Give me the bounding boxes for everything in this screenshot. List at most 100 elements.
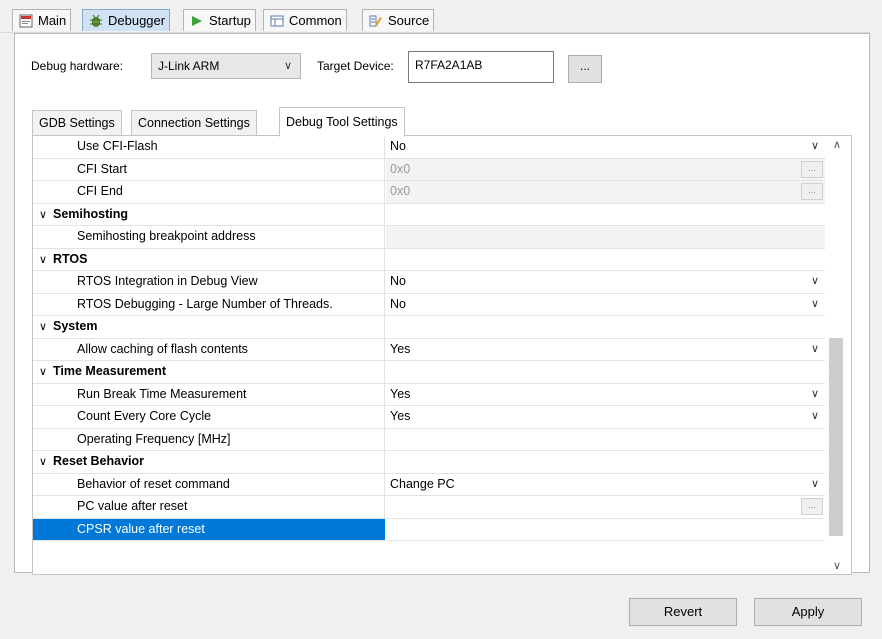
row-name: PC value after reset — [33, 496, 385, 518]
debug-hardware-label: Debug hardware: — [31, 59, 124, 73]
tab-debugger-label: Debugger — [108, 13, 166, 28]
table-row[interactable]: CFI Start 0x0... — [33, 158, 825, 181]
row-value-select[interactable]: Yes ∨ — [386, 384, 825, 406]
settings-rows: Use CFI-Flash No ∨ CFI Start 0x0... CFI E… — [33, 136, 825, 541]
row-name: CPSR value after reset — [33, 518, 385, 540]
row-value: Change PC — [390, 476, 455, 491]
row-value-select[interactable]: Yes ∨ — [386, 339, 825, 361]
ellipsis-button[interactable]: ... — [801, 183, 823, 200]
row-name: Semihosting breakpoint address — [33, 226, 385, 248]
row-value-select[interactable]: Yes ∨ — [386, 406, 825, 428]
tab-source-label: Source — [388, 13, 430, 28]
debugger-panel: Debug hardware: J-Link ARM ∨ Target Devi… — [14, 33, 870, 575]
revert-button[interactable]: Revert — [629, 598, 737, 626]
tab-startup-label: Startup — [209, 13, 251, 28]
row-name: Use CFI-Flash — [33, 136, 385, 158]
scrollbar-thumb[interactable] — [829, 338, 843, 536]
vertical-scrollbar[interactable]: ∧ ∨ — [825, 136, 851, 574]
chevron-down-icon: ∨ — [810, 297, 819, 310]
row-value-field[interactable]: ... — [386, 496, 825, 518]
table-row[interactable]: Use CFI-Flash No ∨ — [33, 136, 825, 159]
table-row[interactable]: PC value after reset ... — [33, 496, 825, 519]
category-label: System — [53, 319, 98, 333]
chevron-down-icon[interactable]: ∨ — [39, 250, 53, 271]
row-name: Allow caching of flash contents — [33, 338, 385, 360]
source-icon — [369, 14, 383, 28]
row-name: Behavior of reset command — [33, 473, 385, 495]
table-row[interactable]: Allow caching of flash contents Yes ∨ — [33, 338, 825, 361]
chevron-down-icon: ∨ — [810, 387, 819, 400]
row-value — [386, 361, 825, 383]
table-row[interactable]: CFI End 0x0... — [33, 181, 825, 204]
table-row[interactable]: RTOS Debugging - Large Number of Threads… — [33, 293, 825, 316]
row-value: 0x0 — [390, 184, 411, 198]
ellipsis-button[interactable]: ... — [801, 498, 823, 515]
category-row-reset-behavior[interactable]: ∨ Reset Behavior — [33, 451, 825, 474]
chevron-down-icon: ∨ — [810, 342, 819, 355]
row-value-field: 0x0... — [386, 181, 825, 203]
row-value — [386, 204, 825, 226]
chevron-down-icon[interactable]: ∨ — [39, 317, 53, 338]
row-value-select[interactable]: No ∨ — [386, 271, 825, 293]
ellipsis-button[interactable]: ... — [801, 160, 823, 178]
tab-debugger[interactable]: Debugger — [82, 9, 171, 31]
row-value: No — [390, 139, 406, 153]
category-row-rtos[interactable]: ∨ RTOS — [33, 248, 825, 271]
tab-common[interactable]: Common — [263, 9, 347, 31]
table-row[interactable]: Run Break Time Measurement Yes ∨ — [33, 383, 825, 406]
scroll-down-icon[interactable]: ∨ — [833, 559, 841, 572]
row-value — [386, 316, 825, 338]
row-value — [386, 451, 825, 473]
row-name: CFI End — [33, 181, 385, 203]
chevron-down-icon[interactable]: ∨ — [39, 452, 53, 473]
chevron-down-icon: ∨ — [283, 60, 292, 72]
row-value: No — [390, 274, 406, 288]
subtab-connection-settings[interactable]: Connection Settings — [131, 110, 257, 136]
row-name: Run Break Time Measurement — [33, 383, 385, 405]
row-value-select[interactable]: Change PC ∨ — [386, 474, 825, 496]
row-value — [386, 249, 825, 271]
table-row[interactable]: Count Every Core Cycle Yes ∨ — [33, 406, 825, 429]
category-label: Time Measurement — [53, 364, 167, 378]
subtab-debug-tool-settings[interactable]: Debug Tool Settings — [279, 107, 405, 137]
row-value: Yes — [390, 341, 411, 356]
table-row[interactable]: Operating Frequency [MHz] — [33, 428, 825, 451]
table-row[interactable]: Behavior of reset command Change PC ∨ — [33, 473, 825, 496]
target-device-value: R7FA2A1AB — [415, 58, 483, 72]
chevron-down-icon[interactable]: ∨ — [39, 362, 53, 383]
tab-main[interactable]: Main — [12, 9, 72, 31]
tab-source[interactable]: Source — [362, 9, 435, 31]
category-row-system[interactable]: ∨ System — [33, 316, 825, 339]
category-row-semihosting[interactable]: ∨ Semihosting — [33, 203, 825, 226]
table-row[interactable]: RTOS Integration in Debug View No ∨ — [33, 271, 825, 294]
chevron-down-icon: ∨ — [810, 275, 819, 287]
debug-hardware-select[interactable]: J-Link ARM ∨ — [151, 53, 301, 79]
row-value-select[interactable]: No ∨ — [386, 294, 825, 316]
chevron-down-icon: ∨ — [810, 477, 819, 490]
main-tab-icon — [19, 14, 33, 28]
row-value-select[interactable]: No ∨ — [386, 136, 825, 158]
category-label: RTOS — [53, 251, 88, 266]
debug-hardware-value: J-Link ARM — [158, 59, 220, 73]
row-value: Yes — [390, 386, 411, 401]
row-name: RTOS Debugging - Large Number of Threads… — [33, 293, 385, 315]
tab-startup[interactable]: Startup — [183, 9, 256, 31]
target-device-browse-button[interactable]: ... — [568, 55, 602, 83]
chevron-down-icon: ∨ — [810, 410, 819, 422]
chevron-down-icon: ∨ — [810, 140, 819, 152]
row-value-input[interactable] — [386, 429, 825, 451]
subtab-gdb-settings[interactable]: GDB Settings — [32, 110, 122, 136]
row-value — [386, 226, 825, 248]
row-name: Count Every Core Cycle — [33, 406, 385, 428]
category-row-time-measurement[interactable]: ∨ Time Measurement — [33, 361, 825, 384]
chevron-down-icon[interactable]: ∨ — [39, 205, 53, 226]
launch-config-tabs: Main Debugger Startup Common Source — [0, 0, 882, 33]
row-value — [386, 519, 825, 541]
target-device-input[interactable]: R7FA2A1AB — [408, 51, 554, 83]
scroll-up-icon[interactable]: ∧ — [833, 138, 841, 151]
table-row-selected[interactable]: CPSR value after reset — [33, 518, 825, 541]
apply-button[interactable]: Apply — [754, 598, 862, 626]
tab-common-label: Common — [289, 13, 342, 28]
tab-main-label: Main — [38, 13, 67, 28]
table-row[interactable]: Semihosting breakpoint address — [33, 226, 825, 249]
